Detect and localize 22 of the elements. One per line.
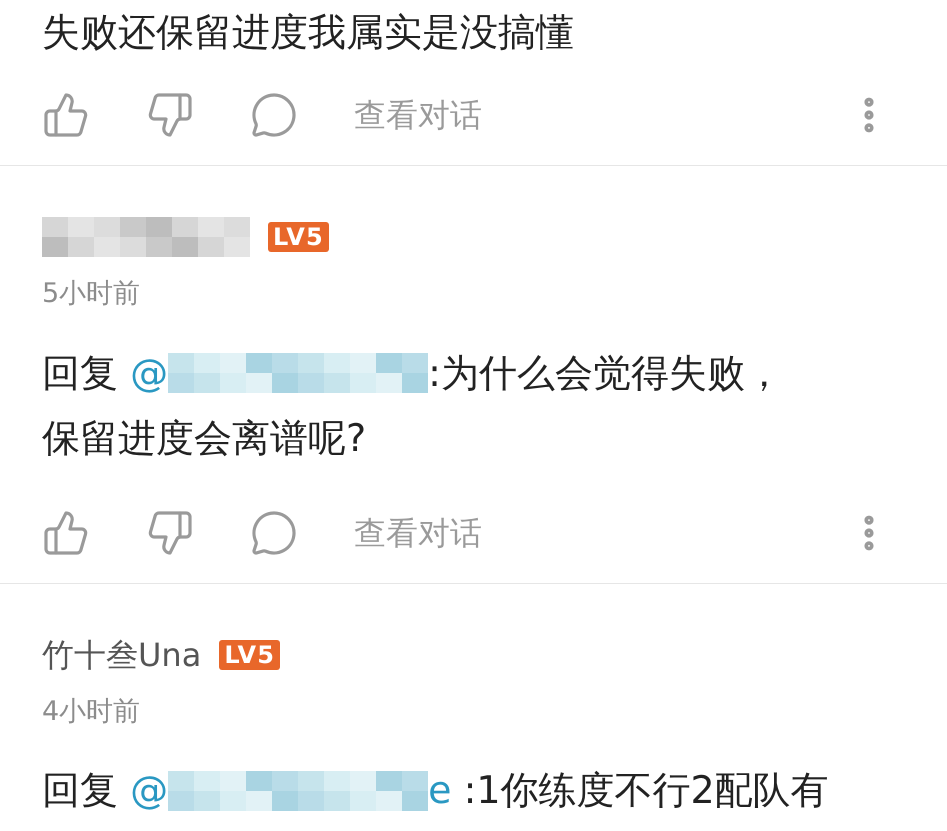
level-badge: LV5 bbox=[268, 222, 329, 252]
mention-link[interactable]: @ bbox=[130, 340, 168, 406]
comment-icon[interactable] bbox=[250, 508, 298, 556]
comment-text: 回复 bbox=[42, 350, 119, 396]
dislike-icon[interactable] bbox=[146, 508, 194, 556]
comment-text: :为什么会觉得失败， bbox=[428, 350, 783, 396]
view-conversation-link[interactable]: 查看对话 bbox=[354, 508, 482, 556]
comment-text: 保留进度会离谱呢? bbox=[42, 414, 366, 462]
view-conversation-link[interactable]: 查看对话 bbox=[354, 91, 482, 139]
username: 竹十叁Una bbox=[42, 634, 202, 676]
dislike-icon[interactable] bbox=[146, 91, 194, 139]
mention-link[interactable]: @ bbox=[130, 758, 168, 823]
like-icon[interactable] bbox=[42, 508, 90, 556]
comment-text: 失败还保留进度我属实是没搞懂 bbox=[42, 9, 574, 56]
mention-link[interactable]: e bbox=[428, 758, 452, 823]
comment-text: 回复 bbox=[42, 767, 119, 814]
level-badge: LV5 bbox=[219, 640, 280, 670]
comment-text: :1你练度不行2配队有 bbox=[462, 767, 829, 814]
like-icon[interactable] bbox=[42, 91, 90, 139]
comment-icon[interactable] bbox=[250, 91, 298, 139]
timestamp: 5小时前 bbox=[42, 277, 140, 311]
timestamp: 4小时前 bbox=[42, 694, 140, 728]
